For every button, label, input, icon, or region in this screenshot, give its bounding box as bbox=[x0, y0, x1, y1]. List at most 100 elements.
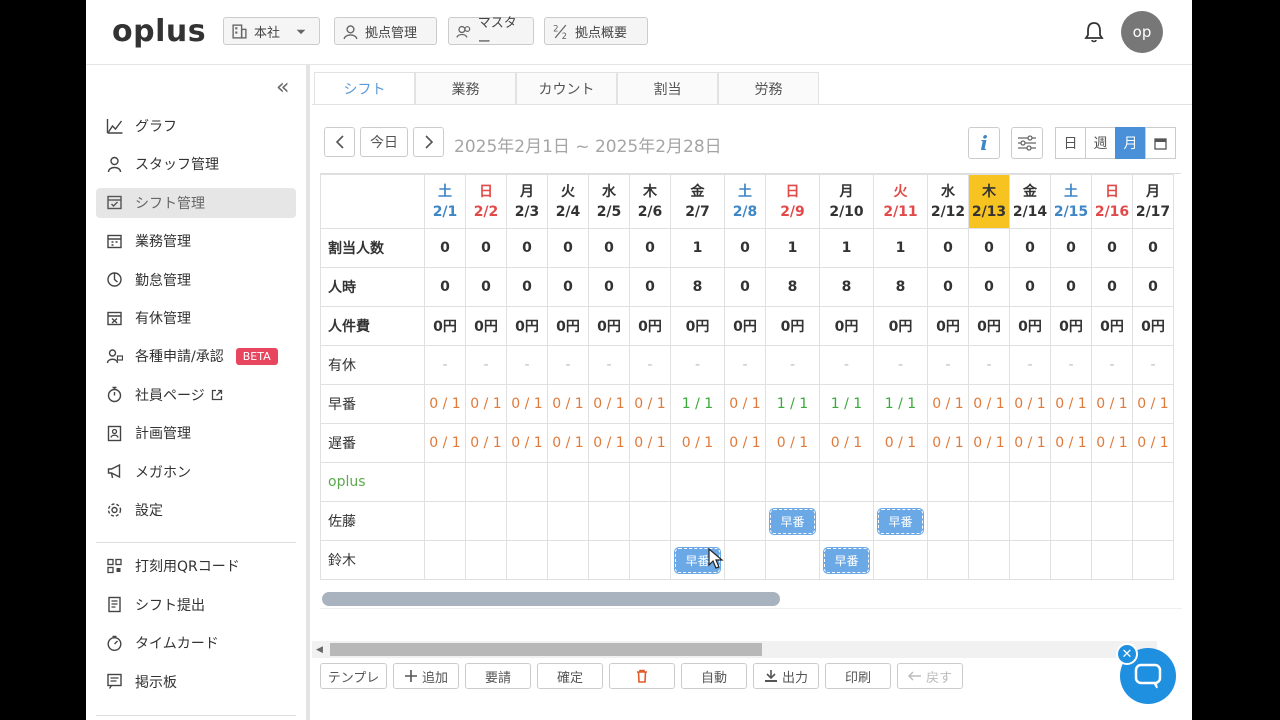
sidebar-item-plan[interactable]: 計画管理 bbox=[96, 418, 296, 448]
staff-name[interactable]: 鈴木 bbox=[320, 540, 425, 580]
shift-cell[interactable] bbox=[629, 540, 671, 580]
day-header[interactable]: 土 2/15 bbox=[1050, 174, 1092, 229]
shift-cell[interactable] bbox=[424, 501, 466, 541]
day-header[interactable]: 水 2/12 bbox=[927, 174, 969, 229]
info-button[interactable]: i bbox=[968, 127, 1000, 159]
scroll-left-arrow-icon[interactable]: ◀ bbox=[316, 645, 323, 655]
shift-cell[interactable] bbox=[629, 501, 671, 541]
print-button[interactable]: 印刷 bbox=[825, 663, 891, 689]
day-header[interactable]: 木 2/6 bbox=[629, 174, 671, 229]
group-label[interactable]: oplus bbox=[320, 462, 425, 502]
day-header[interactable]: 土 2/1 bbox=[424, 174, 466, 229]
next-period-button[interactable] bbox=[413, 127, 444, 157]
sidebar-item-megaphone[interactable]: メガホン bbox=[96, 457, 296, 487]
shift-cell[interactable] bbox=[547, 501, 589, 541]
shift-cell[interactable] bbox=[670, 501, 725, 541]
page-scrollbar-thumb[interactable] bbox=[330, 643, 762, 656]
sidebar-item-document[interactable]: シフト提出 bbox=[96, 590, 296, 620]
shift-cell[interactable] bbox=[506, 501, 548, 541]
day-header[interactable]: 木 2/13 bbox=[968, 174, 1010, 229]
shift-cell[interactable] bbox=[927, 501, 969, 541]
location-overview-button[interactable]: 22 拠点概要 bbox=[544, 17, 648, 45]
shift-cell[interactable]: 早番 bbox=[765, 501, 820, 541]
day-header[interactable]: 日 2/2 bbox=[465, 174, 507, 229]
shift-cell[interactable] bbox=[968, 540, 1010, 580]
calendar-picker-button[interactable] bbox=[1145, 127, 1176, 159]
shift-cell[interactable]: 早番 bbox=[873, 501, 928, 541]
shift-cell[interactable] bbox=[547, 540, 589, 580]
bell-icon[interactable] bbox=[1084, 20, 1104, 44]
sidebar-item-user-request[interactable]: 各種申請/承認 BETA bbox=[96, 341, 296, 371]
sidebar-item-calendar-check[interactable]: シフト管理 bbox=[96, 187, 296, 218]
sidebar-scrollbar[interactable] bbox=[306, 65, 310, 720]
view-week-button[interactable]: 週 bbox=[1085, 127, 1116, 159]
shift-cell[interactable]: 早番 bbox=[819, 540, 874, 580]
undo-button[interactable]: 戻す bbox=[897, 663, 963, 689]
staff-name[interactable]: 佐藤 bbox=[320, 501, 425, 541]
tab-4[interactable]: 労務 bbox=[718, 72, 819, 104]
filter-settings-button[interactable] bbox=[1011, 127, 1043, 159]
day-header[interactable]: 火 2/4 bbox=[547, 174, 589, 229]
shift-cell[interactable] bbox=[1050, 540, 1092, 580]
shift-cell[interactable] bbox=[1091, 501, 1133, 541]
shift-cell[interactable] bbox=[506, 540, 548, 580]
sidebar-item-clock[interactable]: 勤怠管理 bbox=[96, 265, 296, 295]
page-horizontal-scrollbar[interactable] bbox=[312, 641, 1157, 658]
day-header[interactable]: 月 2/3 bbox=[506, 174, 548, 229]
sidebar-item-calendar[interactable]: 業務管理 bbox=[96, 226, 296, 256]
sidebar-item-timer[interactable]: タイムカード bbox=[96, 628, 296, 658]
sidebar-item-stopwatch[interactable]: 社員ページ bbox=[96, 380, 296, 410]
shift-cell[interactable] bbox=[724, 540, 766, 580]
shift-cell[interactable] bbox=[1132, 540, 1174, 580]
export-button[interactable]: 出力 bbox=[753, 663, 819, 689]
collapse-sidebar-icon[interactable]: « bbox=[276, 75, 289, 100]
office-select[interactable]: 本社 bbox=[223, 17, 320, 45]
day-header[interactable]: 金 2/14 bbox=[1009, 174, 1051, 229]
chat-close-icon[interactable]: ✕ bbox=[1116, 643, 1138, 665]
shift-cell[interactable] bbox=[1091, 540, 1133, 580]
shift-chip[interactable]: 早番 bbox=[877, 507, 924, 535]
shift-cell[interactable] bbox=[465, 540, 507, 580]
template-button[interactable]: テンプレ bbox=[320, 663, 387, 689]
shift-cell[interactable] bbox=[424, 540, 466, 580]
user-avatar[interactable]: op bbox=[1121, 11, 1163, 53]
location-management-button[interactable]: 拠点管理 bbox=[334, 17, 437, 45]
day-header[interactable]: 火 2/11 bbox=[873, 174, 928, 229]
day-header[interactable]: 月 2/10 bbox=[819, 174, 874, 229]
sidebar-item-board[interactable]: 掲示板 bbox=[96, 667, 296, 697]
sidebar-item-calendar-x[interactable]: 有休管理 bbox=[96, 303, 296, 333]
shift-chip[interactable]: 早番 bbox=[823, 546, 870, 574]
today-button[interactable]: 今日 bbox=[360, 127, 408, 157]
shift-cell[interactable] bbox=[1050, 501, 1092, 541]
add-button[interactable]: 追加 bbox=[393, 663, 459, 689]
view-day-button[interactable]: 日 bbox=[1055, 127, 1086, 159]
day-header[interactable]: 日 2/9 bbox=[765, 174, 820, 229]
day-header[interactable]: 金 2/7 bbox=[670, 174, 725, 229]
auto-button[interactable]: 自動 bbox=[681, 663, 747, 689]
shift-cell[interactable] bbox=[465, 501, 507, 541]
shift-cell[interactable] bbox=[968, 501, 1010, 541]
tab-1[interactable]: 業務 bbox=[415, 72, 516, 104]
tab-3[interactable]: 割当 bbox=[617, 72, 718, 104]
sidebar-item-qr[interactable]: 打刻用QRコード bbox=[96, 551, 296, 581]
master-button[interactable]: マスター bbox=[448, 16, 534, 50]
day-header[interactable]: 日 2/16 bbox=[1091, 174, 1133, 229]
shift-cell[interactable] bbox=[588, 501, 630, 541]
day-header[interactable]: 水 2/5 bbox=[588, 174, 630, 229]
shift-cell[interactable] bbox=[588, 540, 630, 580]
sidebar-item-user[interactable]: スタッフ管理 bbox=[96, 149, 296, 179]
view-month-button[interactable]: 月 bbox=[1115, 127, 1146, 159]
tab-0[interactable]: シフト bbox=[314, 72, 415, 104]
shift-cell[interactable] bbox=[819, 501, 874, 541]
grid-scrollbar-thumb[interactable] bbox=[322, 592, 780, 606]
shift-cell[interactable] bbox=[1132, 501, 1174, 541]
day-header[interactable]: 月 2/17 bbox=[1132, 174, 1174, 229]
shift-chip[interactable]: 早番 bbox=[769, 507, 816, 535]
shift-cell[interactable] bbox=[724, 501, 766, 541]
shift-cell[interactable] bbox=[1009, 501, 1051, 541]
sidebar-item-chart[interactable]: グラフ bbox=[96, 111, 296, 141]
shift-cell[interactable] bbox=[927, 540, 969, 580]
confirm-button[interactable]: 確定 bbox=[537, 663, 603, 689]
day-header[interactable]: 土 2/8 bbox=[724, 174, 766, 229]
prev-period-button[interactable] bbox=[324, 127, 355, 157]
